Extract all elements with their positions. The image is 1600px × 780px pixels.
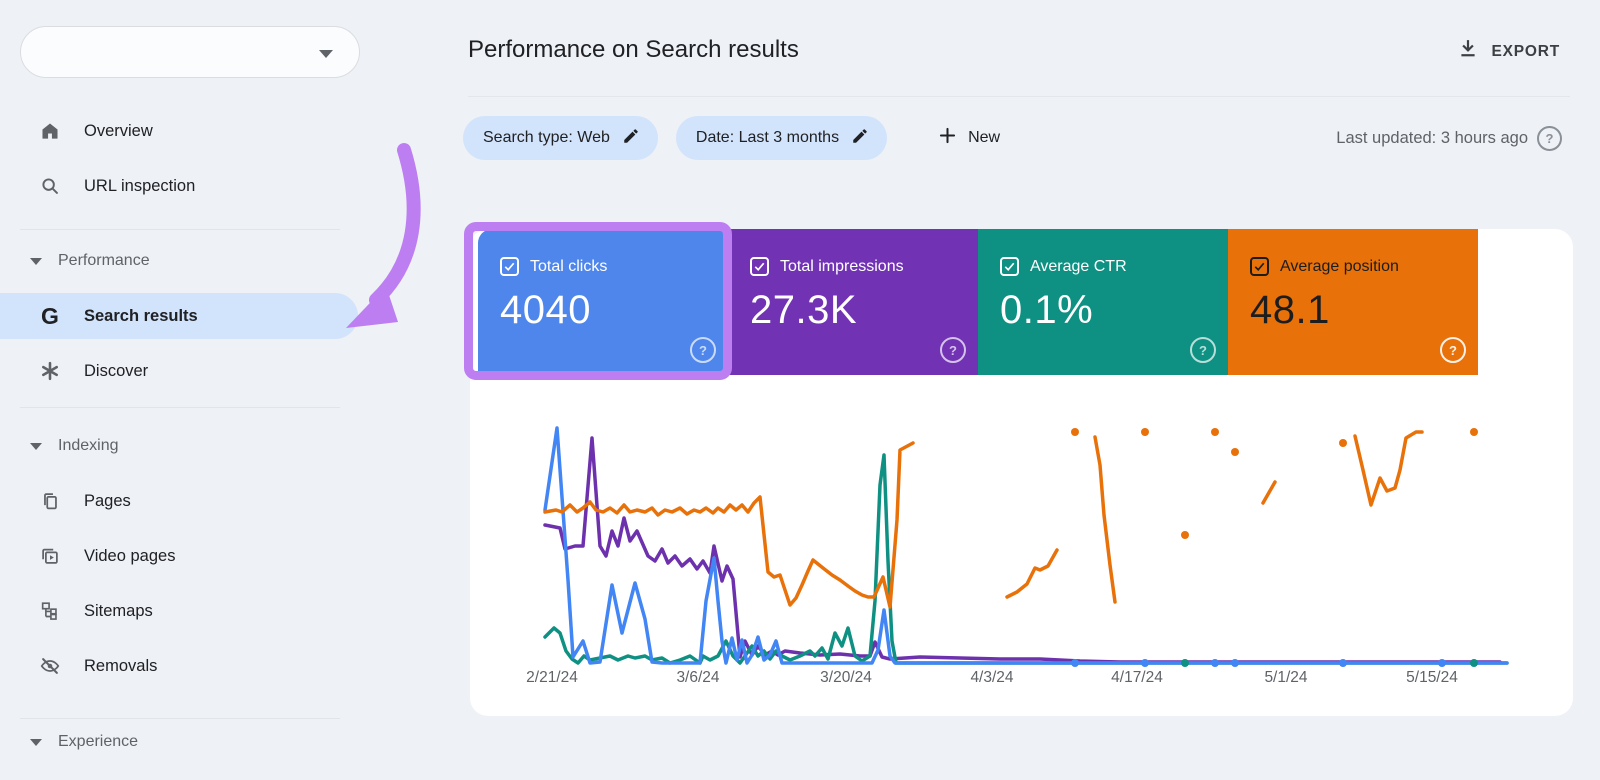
help-icon[interactable]: ? — [690, 337, 716, 363]
metric-card-value: 27.3K — [750, 288, 858, 332]
sidebar-divider — [20, 718, 340, 719]
metric-card-value: 48.1 — [1250, 288, 1330, 332]
checkbox-checked-icon[interactable] — [500, 257, 519, 276]
checkbox-checked-icon[interactable] — [750, 257, 769, 276]
property-selector[interactable] — [20, 26, 360, 78]
caret-down-icon — [30, 738, 42, 746]
last-updated-text: Last updated: 3 hours ago — [1336, 128, 1528, 147]
help-icon[interactable]: ? — [1440, 337, 1466, 363]
caret-down-icon — [30, 442, 42, 450]
metric-card[interactable]: Average CTR 0.1% ? — [978, 229, 1228, 375]
section-header-label: Experience — [58, 733, 139, 750]
metric-card-label: Total impressions — [780, 257, 904, 275]
search-type-chip[interactable]: Search type: Web — [463, 116, 658, 160]
svg-text:4/17/24: 4/17/24 — [1111, 669, 1163, 686]
checkbox-checked-icon[interactable] — [1250, 257, 1269, 276]
sidebar-item-label: Search results — [84, 306, 198, 325]
metric-card[interactable]: Total clicks 4040 ? — [478, 229, 728, 375]
performance-chart[interactable]: 2/21/24 3/6/24 3/20/24 4/3/24 4/17/24 5/1/24 5… — [526, 405, 1555, 695]
section-header-label: Indexing — [58, 437, 119, 454]
export-button[interactable]: EXPORT — [1457, 38, 1560, 65]
sitemaps-icon — [38, 599, 62, 623]
sidebar-item-video-pages[interactable]: Video pages — [0, 533, 358, 579]
chevron-down-icon — [319, 50, 333, 58]
search-console-page: Overview URL inspection Performance G Se… — [0, 0, 1600, 780]
sidebar-item-label: Overview — [84, 121, 153, 140]
last-updated: Last updated: 3 hours ago ? — [1336, 116, 1562, 160]
sidebar-section-performance[interactable]: Performance — [0, 246, 340, 276]
home-icon — [38, 119, 62, 143]
sidebar-divider — [20, 407, 340, 408]
checkbox-checked-icon[interactable] — [1000, 257, 1019, 276]
svg-text:3/6/24: 3/6/24 — [676, 669, 719, 686]
help-icon[interactable]: ? — [1190, 337, 1216, 363]
sidebar-item-removals[interactable]: Removals — [0, 643, 358, 689]
sidebar-item-discover[interactable]: Discover — [0, 348, 358, 394]
metric-card-value: 4040 — [500, 288, 591, 332]
svg-text:5/1/24: 5/1/24 — [1264, 669, 1307, 686]
new-filter-label: New — [968, 129, 1001, 146]
sidebar-item-label: URL inspection — [84, 176, 196, 195]
sidebar-item-label: Video pages — [84, 546, 176, 565]
header-divider — [468, 96, 1570, 97]
svg-text:2/21/24: 2/21/24 — [526, 669, 578, 686]
search-type-chip-label: Search type: Web — [483, 129, 610, 146]
metric-card[interactable]: Average position 48.1 ? — [1228, 229, 1478, 375]
sidebar-item-label: Sitemaps — [84, 601, 153, 620]
asterisk-icon — [38, 359, 62, 383]
metric-card-label: Average position — [1280, 257, 1399, 275]
metric-cards-row: Total clicks 4040 ? Total impressions 27… — [478, 229, 1478, 375]
new-filter-button[interactable]: New — [929, 116, 1008, 160]
svg-text:3/20/24: 3/20/24 — [820, 669, 872, 686]
metric-card-value: 0.1% — [1000, 288, 1094, 332]
metric-card[interactable]: Total impressions 27.3K ? — [728, 229, 978, 375]
sidebar-section-experience[interactable]: Experience — [0, 727, 340, 757]
sidebar-section-indexing[interactable]: Indexing — [0, 431, 340, 461]
plus-icon — [937, 125, 958, 151]
search-icon — [38, 174, 62, 198]
date-range-chip[interactable]: Date: Last 3 months — [675, 116, 888, 160]
sidebar-item-label: Pages — [84, 491, 131, 510]
caret-down-icon — [30, 257, 42, 265]
edit-pencil-icon — [851, 127, 869, 150]
date-range-chip-label: Date: Last 3 months — [695, 129, 840, 146]
google-g-icon: G — [41, 303, 59, 329]
export-label: EXPORT — [1491, 42, 1560, 60]
help-icon[interactable]: ? — [1537, 125, 1562, 151]
sidebar-item-overview[interactable]: Overview — [0, 108, 358, 154]
sidebar-item-pages[interactable]: Pages — [0, 478, 358, 524]
sidebar-item-label: Removals — [84, 656, 158, 675]
sidebar-item-url-inspection[interactable]: URL inspection — [0, 163, 358, 209]
filter-row: Search type: Web Date: Last 3 months New — [463, 116, 1008, 160]
metric-card-label: Total clicks — [530, 257, 608, 275]
sidebar-divider — [20, 229, 340, 230]
help-icon[interactable]: ? — [940, 337, 966, 363]
page-title: Performance on Search results — [468, 36, 799, 63]
svg-text:5/15/24: 5/15/24 — [1406, 669, 1458, 686]
video-pages-icon — [38, 544, 62, 568]
pages-icon — [38, 489, 62, 513]
download-icon — [1457, 38, 1479, 65]
eye-off-icon — [38, 654, 62, 678]
sidebar-item-search-results[interactable]: G Search results — [0, 293, 358, 339]
sidebar-item-label: Discover — [84, 361, 149, 380]
metric-card-label: Average CTR — [1030, 257, 1127, 275]
edit-pencil-icon — [622, 127, 640, 150]
svg-text:4/3/24: 4/3/24 — [970, 669, 1013, 686]
section-header-label: Performance — [58, 252, 150, 269]
sidebar-item-sitemaps[interactable]: Sitemaps — [0, 588, 358, 634]
